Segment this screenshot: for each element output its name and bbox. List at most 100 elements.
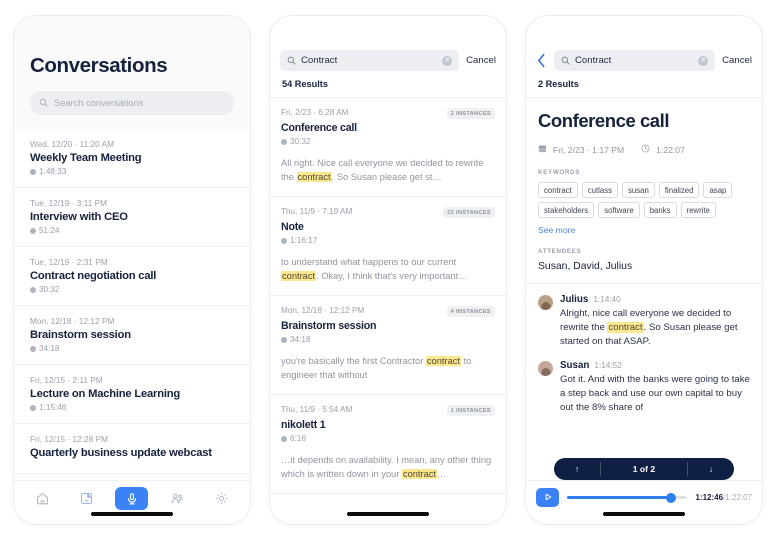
- bottom-tab-bar[interactable]: [14, 480, 250, 524]
- speaker-name: Susan: [560, 360, 590, 371]
- transcript-text: Alright, nice call everyone we decided t…: [560, 308, 738, 347]
- current-time: 1:12:46: [695, 493, 724, 502]
- table-row[interactable]: Fri, 2/23 · 6:28 AM 2 INSTANCES Conferen…: [270, 98, 506, 197]
- conversation-date: Tue, 12/19 · 2:31 PM: [30, 258, 108, 267]
- attendees-label: ATTENDEES: [538, 248, 582, 255]
- conversation-date: Mon, 12/18 · 12:12 PM: [30, 317, 115, 326]
- people-icon: [170, 491, 185, 506]
- page-title: Conference call: [538, 110, 670, 131]
- list-item[interactable]: Tue, 12/19 · 2:31 PM Contract negotiatio…: [14, 247, 250, 306]
- tab-people[interactable]: [163, 488, 193, 510]
- conversation-duration: 51:24: [30, 226, 234, 235]
- search-input[interactable]: Contract ✕: [554, 50, 716, 71]
- search-header: Contract ✕ Cancel 2 Results: [526, 16, 762, 97]
- clear-search-icon[interactable]: ✕: [442, 55, 453, 66]
- table-row[interactable]: Thu, 11/9 · 5:54 AM 1 INSTANCES nikolett…: [270, 395, 506, 494]
- search-icon: [39, 94, 48, 112]
- search-value: Contract: [575, 55, 612, 66]
- page-title: Conversations: [30, 54, 168, 77]
- search-results-list[interactable]: Fri, 2/23 · 6:28 AM 2 INSTANCES Conferen…: [270, 98, 506, 524]
- notes-icon: [79, 491, 94, 506]
- list-item[interactable]: Susan 1:14:52 Got it. And with the banks…: [538, 360, 750, 415]
- status-badge: 22 INSTANCES: [443, 207, 495, 218]
- progress-knob[interactable]: [665, 492, 676, 503]
- keyword-chip[interactable]: stakeholders: [538, 202, 595, 218]
- result-date: Thu, 11/9 · 5:54 AM: [281, 405, 353, 414]
- conversation-title: Interview with CEO: [30, 211, 128, 223]
- conversation-title: Contract negotiation call: [30, 270, 157, 282]
- previous-match-button[interactable]: ↑: [554, 464, 600, 474]
- list-item[interactable]: Fri, 12/15 · 12:28 PM Quarterly business…: [14, 424, 250, 474]
- tab-home[interactable]: [27, 488, 57, 510]
- conversation-title: Quarterly business update webcast: [30, 447, 212, 459]
- cancel-button[interactable]: Cancel: [466, 55, 496, 66]
- cancel-button[interactable]: Cancel: [722, 55, 752, 66]
- keyword-chip[interactable]: contract: [538, 182, 578, 198]
- search-conversations-input[interactable]: Search conversations: [30, 91, 234, 115]
- result-duration: 6:16: [281, 434, 495, 443]
- keyword-chip[interactable]: banks: [643, 202, 677, 218]
- keyword-chip[interactable]: asap: [703, 182, 733, 198]
- results-count: 2 Results: [538, 79, 579, 89]
- transcript-text: Got it. And with the banks were going to…: [560, 374, 750, 413]
- detail-body[interactable]: Conference call Fri, 2/23 · 1:17 PM 1:22…: [526, 98, 762, 524]
- detail-meta: Fri, 2/23 · 1:17 PM 1:22:07: [538, 144, 750, 155]
- result-title: Brainstorm session: [281, 320, 377, 332]
- tab-notes[interactable]: [71, 488, 101, 510]
- status-badge: 4 INSTANCES: [446, 306, 495, 317]
- next-match-button[interactable]: ↓: [688, 464, 734, 474]
- list-item[interactable]: Wed, 12/20 · 11:20 AM Weekly Team Meetin…: [14, 129, 250, 188]
- search-value: Contract: [301, 55, 338, 66]
- screenshot-stage: Conversations Search conversations Wed, …: [0, 0, 770, 540]
- clear-search-icon[interactable]: ✕: [698, 55, 709, 66]
- highlight: contract: [281, 271, 317, 281]
- list-item[interactable]: Tue, 12/19 · 3:11 PM Interview with CEO …: [14, 188, 250, 247]
- see-more-link[interactable]: See more: [538, 225, 750, 235]
- highlight: contract: [401, 469, 437, 479]
- total-time: 1:22:07: [725, 493, 752, 502]
- search-icon: [561, 52, 570, 70]
- tab-settings[interactable]: [207, 488, 237, 510]
- result-snippet: you're basically the first Contractor co…: [281, 356, 472, 380]
- keyword-chip[interactable]: susan: [622, 182, 655, 198]
- status-badge: 1 INSTANCES: [446, 405, 495, 416]
- keyword-chip[interactable]: cutlass: [581, 182, 619, 198]
- result-date: Mon, 12/18 · 12:12 PM: [281, 306, 365, 315]
- conversation-date: Wed, 12/20 · 11:20 AM: [30, 140, 115, 149]
- back-button[interactable]: [536, 53, 547, 69]
- transcript-list[interactable]: Julius 1:14:40 Alright, nice call everyo…: [526, 284, 762, 415]
- highlight: contract: [296, 172, 332, 182]
- table-row[interactable]: Thu, 11/9 · 7:19 AM 22 INSTANCES Note 1:…: [270, 197, 506, 296]
- result-snippet: …it depends on availability. I mean, any…: [281, 455, 492, 479]
- conversation-duration: 1:15:46: [30, 403, 234, 412]
- home-indicator: [603, 512, 685, 516]
- search-input[interactable]: Contract ✕: [280, 50, 460, 71]
- play-icon: [543, 489, 553, 507]
- highlight: contract: [607, 322, 644, 333]
- audio-player[interactable]: 1:12:46/1:22:07: [526, 480, 762, 524]
- list-item[interactable]: Julius 1:14:40 Alright, nice call everyo…: [538, 294, 750, 349]
- avatar: [538, 361, 553, 376]
- conversations-list[interactable]: Wed, 12/20 · 11:20 AM Weekly Team Meetin…: [14, 129, 250, 524]
- clock-icon: [30, 404, 36, 411]
- match-navigator[interactable]: ↑ 1 of 2 ↓: [554, 458, 734, 480]
- result-snippet: All right. Nice call everyone we decided…: [281, 158, 484, 182]
- result-duration: 1:16:17: [281, 236, 495, 245]
- table-row[interactable]: Mon, 12/18 · 12:12 PM 4 INSTANCES Brains…: [270, 296, 506, 395]
- play-button[interactable]: [536, 488, 559, 507]
- list-item[interactable]: Fri, 12/15 · 2:11 PM Lecture on Machine …: [14, 365, 250, 424]
- clock-icon: [30, 168, 36, 175]
- clock-icon: [281, 336, 287, 343]
- conversation-duration: 1:48:33: [30, 167, 234, 176]
- keyword-chip[interactable]: rewrite: [680, 202, 716, 218]
- match-counter: 1 of 2: [632, 464, 656, 474]
- results-count: 54 Results: [282, 79, 328, 89]
- highlight: contract: [425, 356, 461, 366]
- tab-record[interactable]: [115, 487, 149, 510]
- search-row: Contract ✕ Cancel: [280, 50, 496, 71]
- progress-slider[interactable]: [567, 492, 688, 504]
- keyword-chip[interactable]: software: [598, 202, 640, 218]
- keyword-chip[interactable]: finalized: [658, 182, 700, 198]
- speaker-name: Julius: [560, 294, 589, 305]
- list-item[interactable]: Mon, 12/18 · 12:12 PM Brainstorm session…: [14, 306, 250, 365]
